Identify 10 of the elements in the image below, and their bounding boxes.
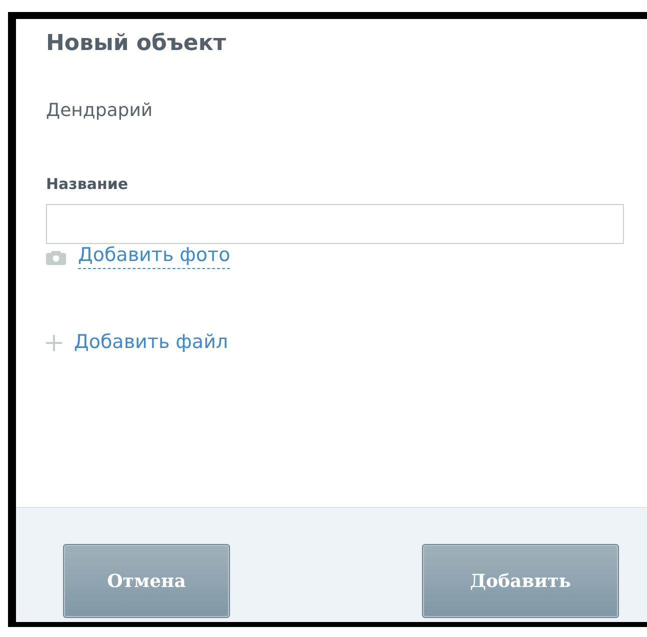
add-file-link[interactable]: Добавить файл (74, 331, 228, 355)
camera-icon (46, 248, 66, 264)
name-input-field[interactable] (46, 204, 624, 244)
cancel-button[interactable]: Отмена (63, 544, 230, 618)
dialog-subtitle: Дендрарий (46, 100, 153, 121)
add-photo-link[interactable]: Добавить фото (78, 244, 230, 269)
field-label: Название (46, 175, 128, 193)
dialog-title: Новый объект (46, 31, 226, 58)
add-button[interactable]: Добавить (422, 544, 619, 618)
plus-icon (46, 335, 62, 351)
